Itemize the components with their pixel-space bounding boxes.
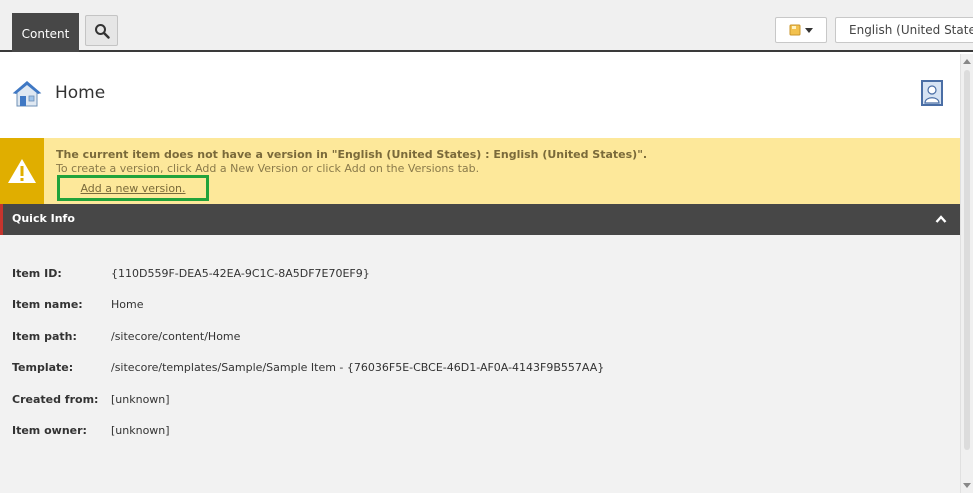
top-toolbar: Content English (United States) xyxy=(0,0,973,52)
info-value: /sitecore/content/Home xyxy=(111,330,241,343)
quick-info-header[interactable]: Quick Info xyxy=(0,204,960,235)
chevron-down-icon xyxy=(805,27,813,33)
search-icon xyxy=(94,23,110,39)
info-value: Home xyxy=(111,298,144,311)
scroll-up-icon[interactable] xyxy=(963,59,971,64)
info-value: [unknown] xyxy=(111,393,170,406)
bookmark-dropdown-button[interactable] xyxy=(775,17,827,43)
language-select-label: English (United States) xyxy=(849,23,973,37)
info-label: Created from: xyxy=(12,393,99,406)
warning-icon-container xyxy=(0,138,44,204)
page-title: Home xyxy=(55,83,106,103)
info-value: {110D559F-DEA5-42EA-9C1C-8A5DF7E70EF9} xyxy=(111,267,370,280)
quick-info-panel: Item ID: {110D559F-DEA5-42EA-9C1C-8A5DF7… xyxy=(0,235,960,493)
add-new-version-link[interactable]: Add a new version. xyxy=(57,175,209,201)
info-label: Item name: xyxy=(12,298,83,311)
info-label: Item ID: xyxy=(12,267,62,280)
warning-icon xyxy=(8,159,36,183)
vertical-scrollbar[interactable] xyxy=(960,54,973,493)
scroll-thumb[interactable] xyxy=(964,70,970,450)
tab-content[interactable]: Content xyxy=(12,13,79,52)
quick-info-title: Quick Info xyxy=(12,212,75,225)
info-value: /sitecore/templates/Sample/Sample Item -… xyxy=(111,361,605,374)
bookmark-icon xyxy=(789,24,801,36)
info-value: [unknown] xyxy=(111,424,170,437)
info-label: Template: xyxy=(12,361,74,374)
search-button[interactable] xyxy=(85,15,118,46)
home-icon xyxy=(12,81,42,107)
warning-title: The current item does not have a version… xyxy=(56,148,648,161)
user-button[interactable] xyxy=(921,80,943,106)
version-warning: The current item does not have a version… xyxy=(0,138,960,204)
warning-text: To create a version, click Add a New Ver… xyxy=(56,162,480,175)
info-label: Item owner: xyxy=(12,424,87,437)
user-icon xyxy=(924,85,940,104)
info-label: Item path: xyxy=(12,330,77,343)
collapse-button[interactable] xyxy=(934,213,948,225)
language-select[interactable]: English (United States) xyxy=(835,17,973,43)
scroll-down-icon[interactable] xyxy=(963,483,971,488)
item-header: Home xyxy=(0,54,960,138)
chevron-up-icon xyxy=(935,215,947,223)
